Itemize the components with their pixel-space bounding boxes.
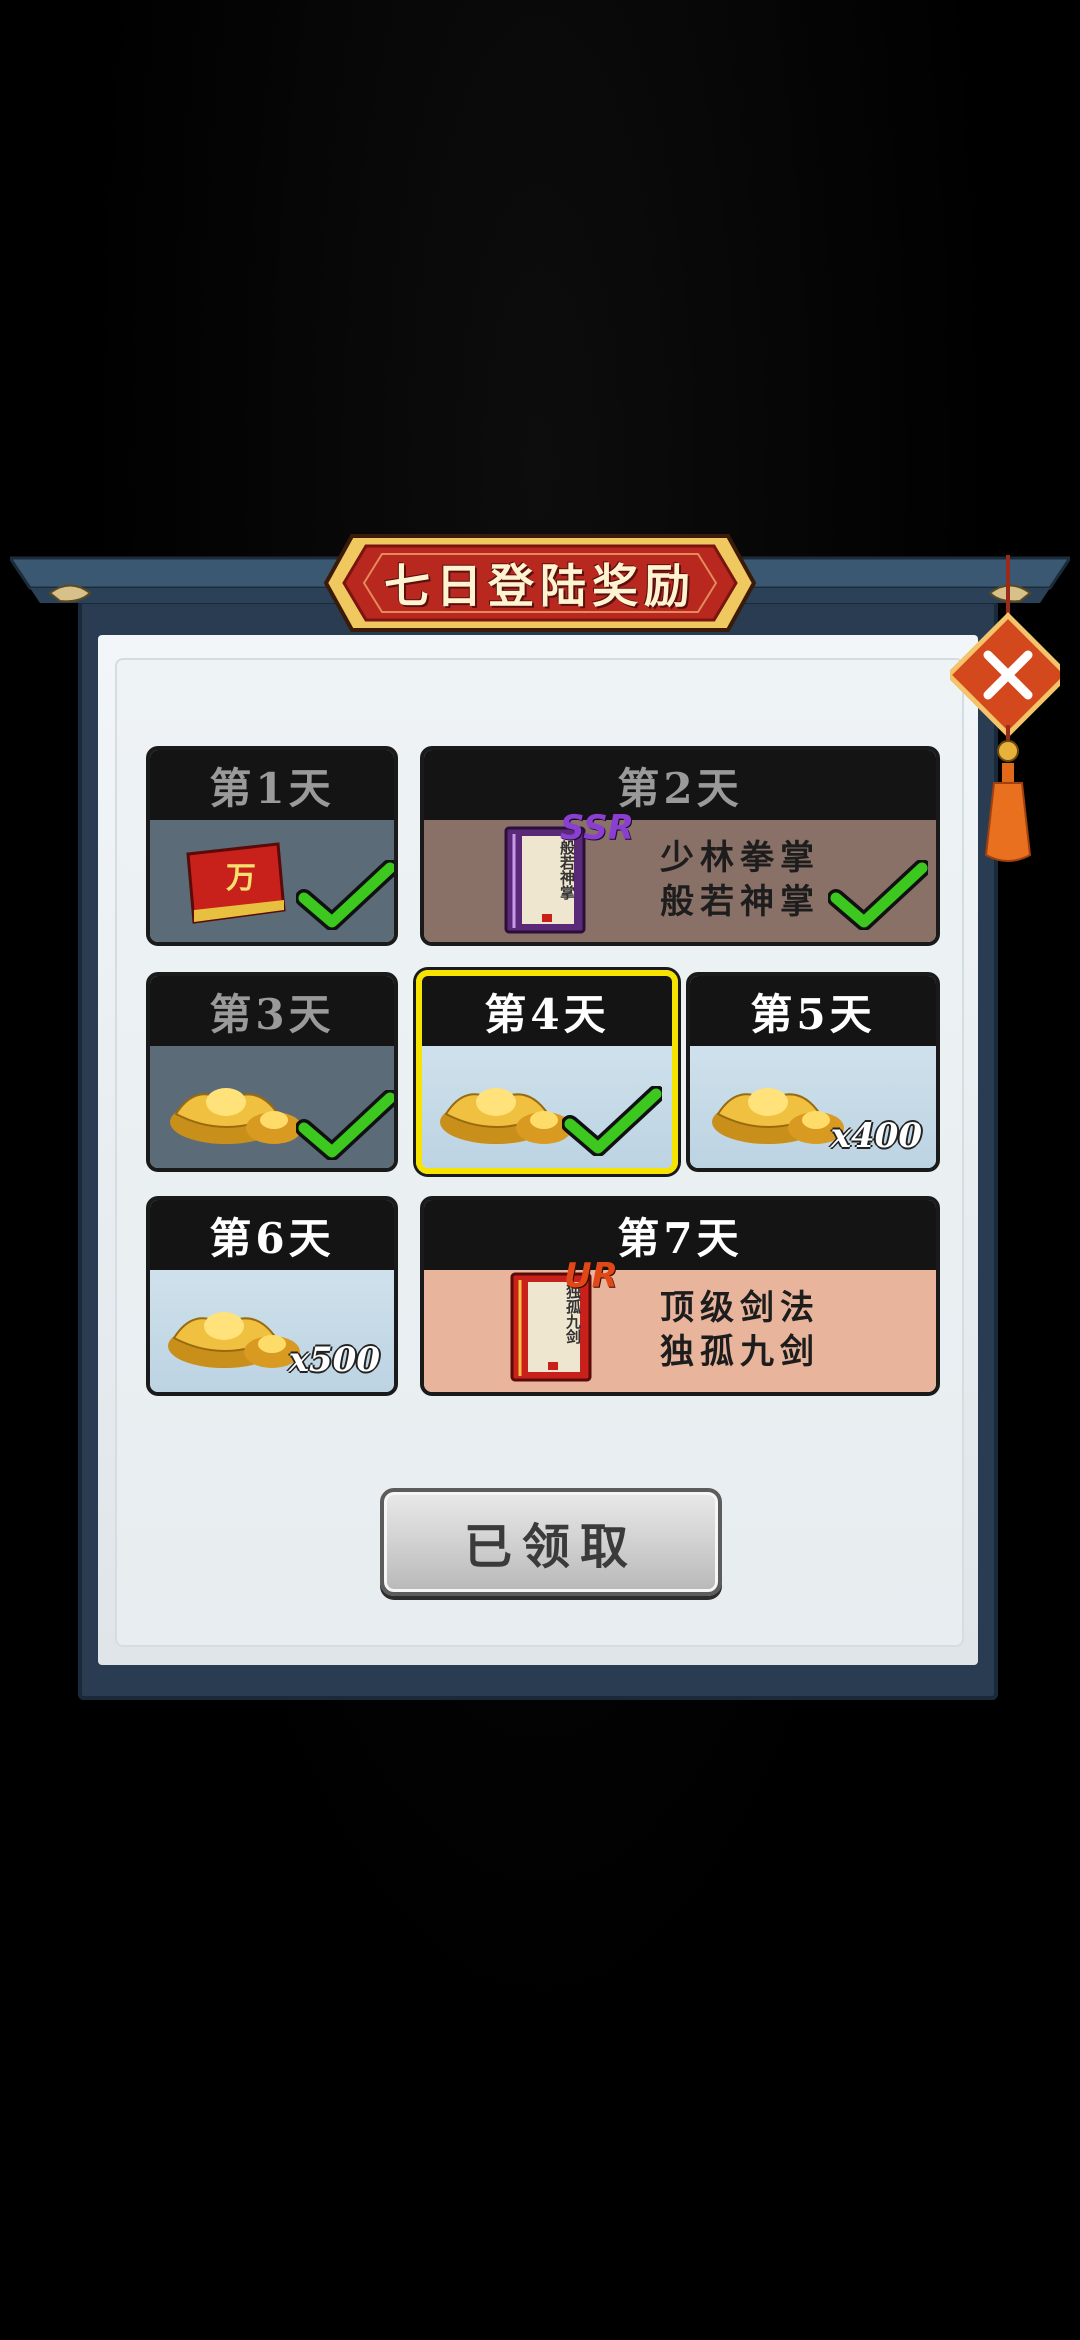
day-5-qty: x400 [830,1116,922,1156]
gold-ingot-icon [164,1286,304,1376]
page-title: 七日登陆奖励 [384,559,696,613]
day-5-tile[interactable]: 第5天 x400 [686,972,940,1172]
day-4-tile[interactable]: 第4天 [416,970,678,1174]
day-2-book-text: 般若神掌 [558,840,576,900]
day-3-label: 第3天 [150,976,394,1046]
day-7-rarity: UR [564,1256,618,1296]
gold-ingot-icon [166,1062,306,1152]
red-envelope-icon: 万 [184,840,288,926]
check-icon [295,1089,394,1161]
day-4-label: 第4天 [422,976,672,1046]
claimed-button[interactable]: 已领取 [380,1488,722,1596]
close-button[interactable] [945,555,1071,875]
day-6-label: 第6天 [150,1200,394,1270]
day-5-label: 第5天 [690,976,936,1046]
day-2-item-line1: 少林拳掌 [660,838,820,878]
day-6-qty: x500 [288,1340,380,1380]
day-1-label: 第1天 [150,750,394,820]
day-2-item-line2: 般若神掌 [660,882,820,922]
claimed-button-label: 已领取 [463,1519,638,1575]
envelope-glyph: 万 [226,861,256,896]
title-plaque: 七日登陆奖励 [322,528,758,638]
check-icon [827,859,931,931]
gold-ingot-icon [436,1062,576,1152]
day-2-label: 第2天 [424,750,936,820]
day-7-label: 第7天 [424,1200,936,1270]
day-1-tile[interactable]: 第1天 万 [146,746,398,946]
day-7-item-line2: 独孤九剑 [660,1332,820,1372]
check-icon [561,1085,665,1157]
day-7-item-line1: 顶级剑法 [660,1288,820,1328]
day-3-tile[interactable]: 第3天 [146,972,398,1172]
gold-ingot-icon [708,1062,848,1152]
day-6-tile[interactable]: 第6天 x500 [146,1196,398,1396]
day-2-rarity: SSR [560,808,634,848]
check-icon [295,859,394,931]
day-7-tile[interactable]: 第7天 独孤九剑 UR 顶级剑法 独孤九剑 [420,1196,940,1396]
day-2-tile[interactable]: 第2天 般若神掌 SSR 少林拳掌 般若神掌 [420,746,940,946]
